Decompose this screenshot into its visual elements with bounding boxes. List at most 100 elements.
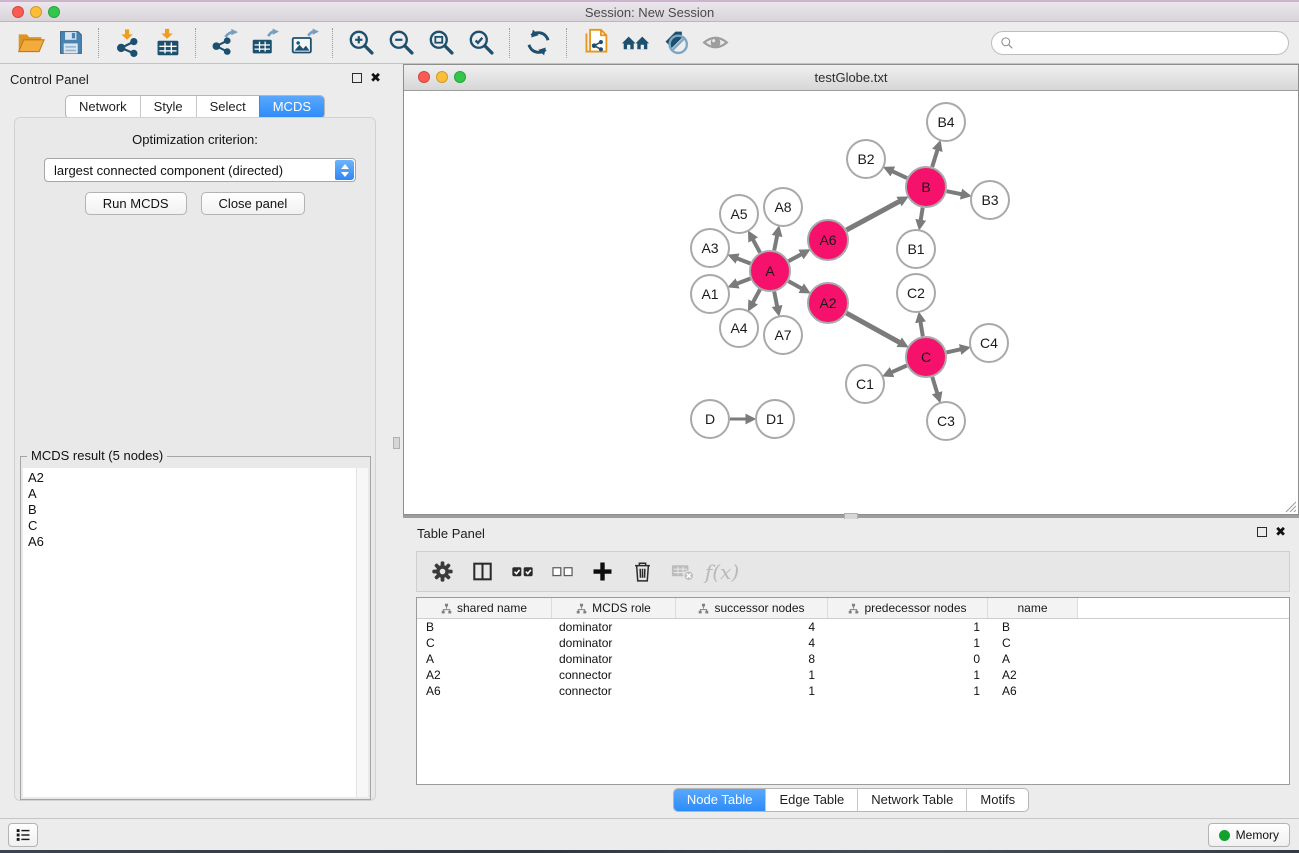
- float-panel-icon[interactable]: [352, 73, 362, 83]
- table-row[interactable]: Cdominator41C: [417, 635, 1289, 651]
- graph-node-A7[interactable]: A7: [764, 316, 802, 354]
- graph-edge-B-B1[interactable]: [921, 208, 923, 222]
- search-input[interactable]: [1019, 32, 1280, 54]
- graph-node-D1[interactable]: D1: [756, 400, 794, 438]
- close-panel-button[interactable]: Close panel: [201, 192, 306, 215]
- memory-button[interactable]: Memory: [1208, 823, 1290, 847]
- delete-columns-button[interactable]: [623, 555, 661, 588]
- mcds-result-item[interactable]: A: [23, 486, 368, 502]
- save-session-button[interactable]: [50, 26, 90, 60]
- graph-edge-C-C3[interactable]: [932, 377, 937, 394]
- graph-node-B4[interactable]: B4: [927, 103, 965, 141]
- optimization-criterion-select[interactable]: largest connected component (directed): [44, 158, 356, 182]
- close-table-panel-icon[interactable]: ✖: [1275, 525, 1286, 538]
- graph-node-A6[interactable]: A6: [808, 220, 848, 260]
- graph-edge-B-B3[interactable]: [947, 191, 963, 194]
- graph-node-A5[interactable]: A5: [720, 195, 758, 233]
- open-session-button[interactable]: [10, 26, 50, 60]
- zoom-in-button[interactable]: [341, 26, 381, 60]
- graph-edge-A-A6[interactable]: [789, 254, 803, 261]
- tab-network[interactable]: Network: [66, 96, 140, 118]
- graph-node-C4[interactable]: C4: [970, 324, 1008, 362]
- tab-network-table[interactable]: Network Table: [857, 789, 966, 811]
- graph-edge-C-C2[interactable]: [920, 321, 923, 337]
- column-header-name[interactable]: name: [988, 598, 1078, 618]
- graph-edge-B-B2[interactable]: [891, 171, 907, 178]
- vertical-splitter-handle[interactable]: [393, 437, 400, 449]
- tab-select[interactable]: Select: [196, 96, 259, 118]
- show-graphics-details-button[interactable]: [695, 26, 735, 60]
- graph-node-A8[interactable]: A8: [764, 188, 802, 226]
- network-canvas[interactable]: B4 B2 B B3 A8A5 A6 A3 B1 A C2 A1 A2 A4A7 C4 C C1 C3 D D1: [404, 91, 1298, 514]
- refresh-view-button[interactable]: [518, 26, 558, 60]
- new-session-from-network-button[interactable]: [575, 26, 615, 60]
- graph-edge-A-A5[interactable]: [752, 239, 760, 253]
- tab-style[interactable]: Style: [140, 96, 196, 118]
- close-panel-icon[interactable]: ✖: [370, 71, 381, 84]
- mcds-result-item[interactable]: C: [23, 518, 368, 534]
- zoom-selected-button[interactable]: [461, 26, 501, 60]
- mcds-result-item[interactable]: A2: [23, 470, 368, 486]
- column-header-MCDS-role[interactable]: MCDS role: [552, 598, 676, 618]
- graph-node-A3[interactable]: A3: [691, 229, 729, 267]
- graph-node-C3[interactable]: C3: [927, 402, 965, 440]
- graph-node-C[interactable]: C: [906, 337, 946, 377]
- graph-node-A2[interactable]: A2: [808, 283, 848, 323]
- graph-edge-A-A4[interactable]: [752, 289, 760, 303]
- task-history-button[interactable]: [8, 823, 38, 847]
- run-mcds-button[interactable]: Run MCDS: [85, 192, 187, 215]
- column-header-predecessor-nodes[interactable]: predecessor nodes: [828, 598, 988, 618]
- column-header-successor-nodes[interactable]: successor nodes: [676, 598, 828, 618]
- table-row[interactable]: Bdominator41B: [417, 619, 1289, 635]
- export-network-button[interactable]: [204, 26, 244, 60]
- graph-node-B1[interactable]: B1: [897, 230, 935, 268]
- import-network-from-file-button[interactable]: [107, 26, 147, 60]
- graph-node-A[interactable]: A: [750, 251, 790, 291]
- select-all-columns-button[interactable]: [503, 555, 541, 588]
- tab-mcds[interactable]: MCDS: [259, 96, 324, 118]
- show-column-button[interactable]: [463, 555, 501, 588]
- column-settings-button[interactable]: [423, 555, 461, 588]
- graph-edge-C-C4[interactable]: [947, 349, 962, 352]
- zoom-fit-button[interactable]: [421, 26, 461, 60]
- table-row[interactable]: A2connector11A2: [417, 667, 1289, 683]
- create-column-button[interactable]: [583, 555, 621, 588]
- tab-motifs[interactable]: Motifs: [966, 789, 1028, 811]
- graph-edge-C-C1[interactable]: [891, 366, 907, 373]
- table-row[interactable]: Adominator80A: [417, 651, 1289, 667]
- mcds-result-item[interactable]: A6: [23, 534, 368, 550]
- graph-node-D[interactable]: D: [691, 400, 729, 438]
- tab-node-table[interactable]: Node Table: [674, 789, 766, 811]
- import-table-from-file-button[interactable]: [147, 26, 187, 60]
- float-table-panel-icon[interactable]: [1257, 527, 1267, 537]
- tab-edge-table[interactable]: Edge Table: [765, 789, 857, 811]
- zoom-out-button[interactable]: [381, 26, 421, 60]
- resize-grip-icon[interactable]: [1283, 499, 1297, 513]
- graph-node-B[interactable]: B: [906, 167, 946, 207]
- graph-edge-A-A8[interactable]: [774, 234, 777, 250]
- export-image-button[interactable]: [284, 26, 324, 60]
- column-header-shared-name[interactable]: shared name: [417, 598, 552, 618]
- graph-node-A4[interactable]: A4: [720, 309, 758, 347]
- export-table-button[interactable]: [244, 26, 284, 60]
- graph-edge-A-A1[interactable]: [736, 279, 750, 285]
- graph-node-B3[interactable]: B3: [971, 181, 1009, 219]
- graph-edge-A-A3[interactable]: [736, 258, 750, 264]
- graph-edge-B-B4[interactable]: [932, 149, 938, 167]
- table-row[interactable]: A6connector11A6: [417, 683, 1289, 699]
- mcds-result-item[interactable]: B: [23, 502, 368, 518]
- unselect-all-columns-button[interactable]: [543, 555, 581, 588]
- graph-edge-A-A2[interactable]: [788, 281, 802, 289]
- graph-edge-A6-B[interactable]: [847, 201, 901, 230]
- graph-node-A1[interactable]: A1: [691, 275, 729, 313]
- graph-edge-A-A7[interactable]: [774, 292, 777, 308]
- graph-node-B2[interactable]: B2: [847, 140, 885, 178]
- hide-labels-button[interactable]: [655, 26, 695, 60]
- graph-edge-A2-C[interactable]: [846, 313, 900, 343]
- reset-session-button[interactable]: [615, 26, 655, 60]
- network-graph[interactable]: B4 B2 B B3 A8A5 A6 A3 B1 A C2 A1 A2 A4A7 C4 C C1 C3 D D1: [404, 91, 1298, 514]
- graph-node-C1[interactable]: C1: [846, 365, 884, 403]
- search-field[interactable]: [991, 31, 1289, 55]
- result-list-scrollbar[interactable]: [356, 468, 368, 797]
- graph-node-C2[interactable]: C2: [897, 274, 935, 312]
